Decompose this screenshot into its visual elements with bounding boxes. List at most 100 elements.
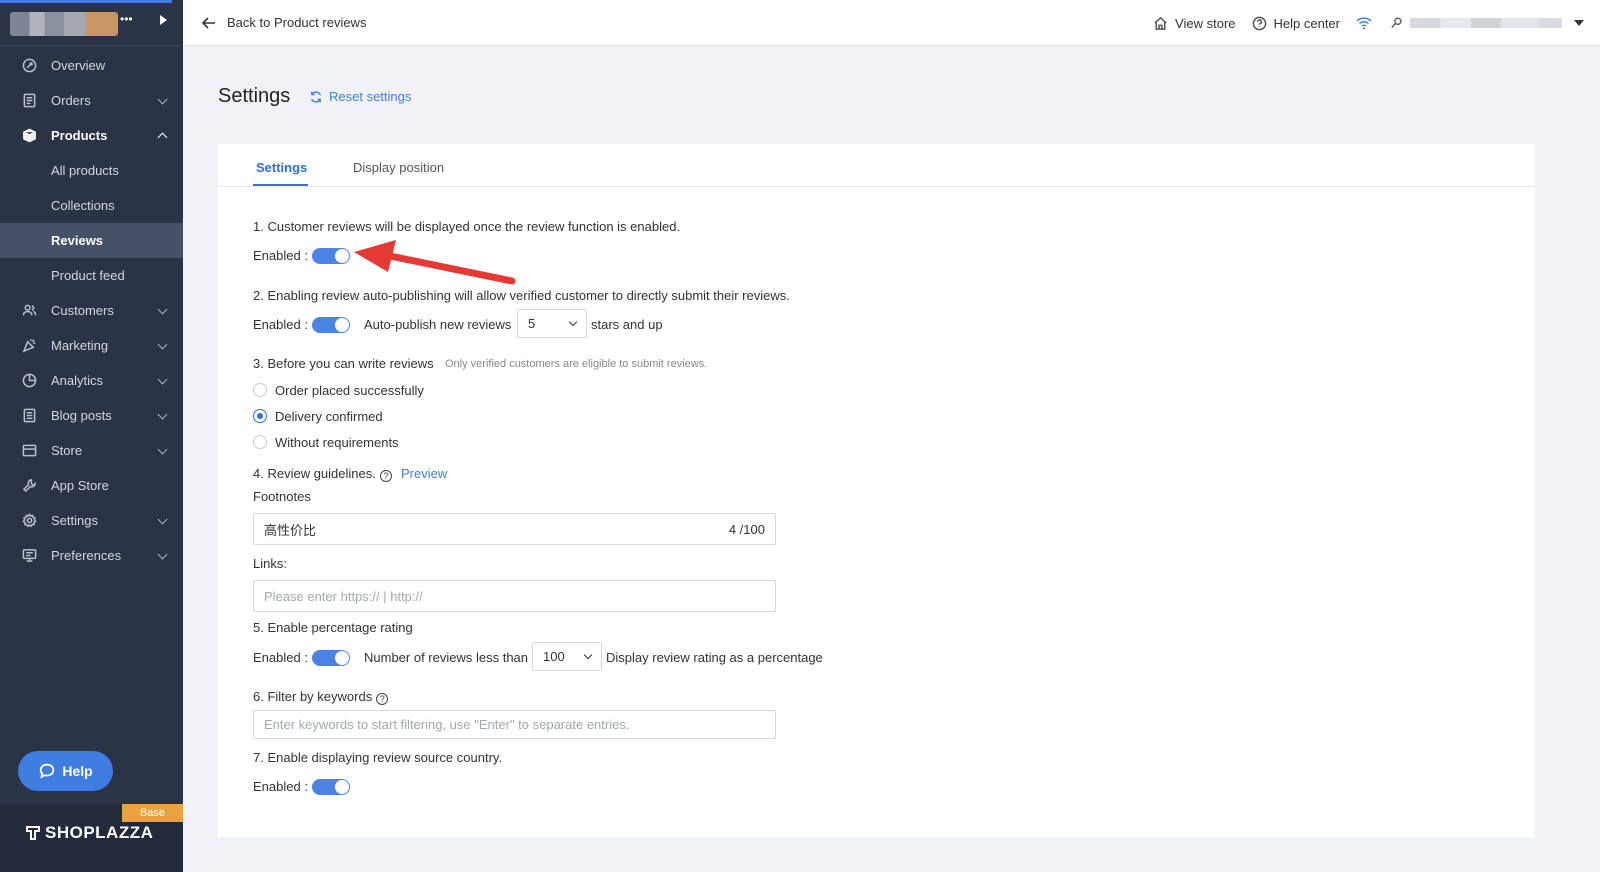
source-country-toggle[interactable]: [312, 779, 350, 795]
settings-icon: [21, 513, 37, 529]
reset-settings-label: Reset settings: [329, 89, 412, 104]
blog-icon: [21, 408, 37, 424]
help-center-label: Help center: [1273, 15, 1340, 31]
main-content: Settings Reset settings Settings Display…: [183, 47, 1600, 872]
sidebar-item-blog-posts[interactable]: Blog posts: [0, 398, 183, 433]
footnotes-label: Footnotes: [253, 489, 311, 504]
auto-publish-label: Auto-publish new reviews: [364, 317, 512, 332]
sidebar-subitem-collections[interactable]: Collections: [0, 188, 183, 223]
sidebar-item-label: Preferences: [51, 548, 122, 563]
section-1-text: 1. Customer reviews will be displayed on…: [253, 219, 681, 234]
review-count-select[interactable]: 100: [532, 642, 602, 671]
view-store-link[interactable]: View store: [1153, 15, 1236, 31]
home-icon: [1154, 16, 1167, 30]
refresh-icon: [310, 90, 322, 103]
section-4-title: 4. Review guidelines.: [253, 466, 376, 481]
store-name-blurred: [10, 12, 118, 36]
section-5-enabled-label: Enabled :: [253, 650, 308, 665]
caret-down-icon: [1574, 20, 1584, 26]
section-7-enabled-label: Enabled :: [253, 779, 308, 794]
section-6-title: 6. Filter by keywords: [253, 689, 373, 704]
chevron-down-icon: [583, 650, 593, 660]
auto-publish-toggle[interactable]: [312, 317, 350, 333]
account-menu[interactable]: [1390, 16, 1584, 30]
review-count-label: Number of reviews less than: [364, 650, 529, 665]
section-7-title: 7. Enable displaying review source count…: [253, 750, 503, 765]
footnotes-input[interactable]: 高性价比 4 /100: [253, 513, 776, 545]
toggle-knob: [335, 651, 349, 665]
topbar-actions: View store Help center: [1153, 0, 1584, 46]
section-3-hint: Only verified customers are eligible to …: [445, 358, 708, 370]
section-2-enabled-label: Enabled :: [253, 317, 308, 332]
back-link[interactable]: Back to Product reviews: [201, 15, 366, 31]
sidebar-subitem-all-products[interactable]: All products: [0, 153, 183, 188]
radio-delivery-confirmed-label[interactable]: Delivery confirmed: [275, 409, 383, 424]
sidebar-item-products[interactable]: Products: [0, 118, 183, 153]
sidebar-item-store[interactable]: Store: [0, 433, 183, 468]
sidebar-item-label: Customers: [51, 303, 114, 318]
account-name-blurred: [1410, 18, 1562, 28]
radio-delivery-confirmed[interactable]: [253, 409, 267, 423]
sidebar-item-label: Settings: [51, 513, 98, 528]
sidebar-item-analytics[interactable]: Analytics: [0, 363, 183, 398]
brand-footer: Base SHOPLAZZA: [0, 804, 183, 872]
review-function-toggle[interactable]: [312, 248, 350, 264]
sidebar-item-customers[interactable]: Customers: [0, 293, 183, 328]
sidebar-item-preferences[interactable]: Preferences: [0, 538, 183, 573]
chevron-down-icon: [157, 549, 168, 560]
sidebar-item-settings[interactable]: Settings: [0, 503, 183, 538]
sidebar-item-orders[interactable]: Orders: [0, 83, 183, 118]
toggle-knob: [335, 249, 349, 263]
links-placeholder: Please enter https:// | http://: [264, 588, 423, 604]
footnotes-value: 高性价比: [264, 522, 317, 538]
sidebar-item-label: Overview: [51, 58, 106, 73]
settings-card: Settings Display position 1. Customer re…: [218, 144, 1535, 837]
tab-settings[interactable]: Settings: [256, 160, 307, 175]
star-rating-select[interactable]: 5: [517, 309, 587, 338]
help-center-link[interactable]: Help center: [1252, 16, 1340, 31]
radio-order-placed[interactable]: [253, 383, 267, 397]
view-store-label: View store: [1175, 15, 1236, 31]
footnotes-counter: 4 /100: [728, 522, 765, 537]
sidebar-item-marketing[interactable]: Marketing: [0, 328, 183, 363]
preview-link[interactable]: Preview: [401, 466, 447, 481]
section-4-title-row: 4. Review guidelines.?: [253, 466, 392, 482]
radio-without-requirements[interactable]: [253, 435, 267, 449]
store-switcher[interactable]: •••: [0, 0, 183, 46]
percentage-suffix: Display review rating as a percentage: [606, 650, 823, 665]
chevron-down-icon: [157, 339, 168, 350]
question-circle-icon: [1252, 16, 1266, 30]
sidebar: ••• Overview Orders Products All product…: [0, 0, 183, 872]
question-circle-icon[interactable]: ?: [376, 693, 389, 705]
question-circle-icon[interactable]: ?: [379, 470, 392, 482]
sidebar-subitem-product-feed[interactable]: Product feed: [0, 258, 183, 293]
sidebar-item-overview[interactable]: Overview: [0, 48, 183, 83]
page-title: Settings: [218, 85, 291, 107]
links-input[interactable]: Please enter https:// | http://: [253, 580, 776, 612]
help-button[interactable]: Help: [18, 751, 113, 791]
section-5-title: 5. Enable percentage rating: [253, 620, 413, 635]
chevron-down-icon: [157, 514, 168, 525]
keyword-filter-input[interactable]: Enter keywords to start filtering, use "…: [253, 710, 776, 739]
toggle-knob: [335, 780, 349, 794]
section-3-title: 3. Before you can write reviews: [253, 356, 434, 371]
store-icon: [21, 443, 37, 459]
sidebar-subitem-reviews[interactable]: Reviews: [0, 223, 183, 258]
radio-order-placed-label[interactable]: Order placed successfully: [275, 383, 424, 398]
links-label: Links:: [253, 556, 287, 571]
radio-without-requirements-label[interactable]: Without requirements: [275, 435, 399, 450]
brand-name: SHOPLAZZA: [45, 823, 154, 842]
sidebar-item-label: Analytics: [51, 373, 104, 388]
reset-settings-link[interactable]: Reset settings: [309, 89, 411, 104]
star-rating-value: 5: [528, 316, 536, 331]
caret-right-icon[interactable]: [160, 15, 167, 25]
section-6-title-row: 6. Filter by keywords?: [253, 689, 389, 705]
wifi-icon: [1356, 17, 1372, 30]
stars-suffix: stars and up: [591, 317, 663, 332]
review-count-value: 100: [543, 649, 565, 664]
percentage-rating-toggle[interactable]: [312, 650, 350, 666]
sidebar-item-app-store[interactable]: App Store: [0, 468, 183, 503]
overview-icon: [21, 58, 37, 74]
arrow-left-icon: [201, 16, 215, 29]
tab-display-position[interactable]: Display position: [353, 160, 444, 175]
